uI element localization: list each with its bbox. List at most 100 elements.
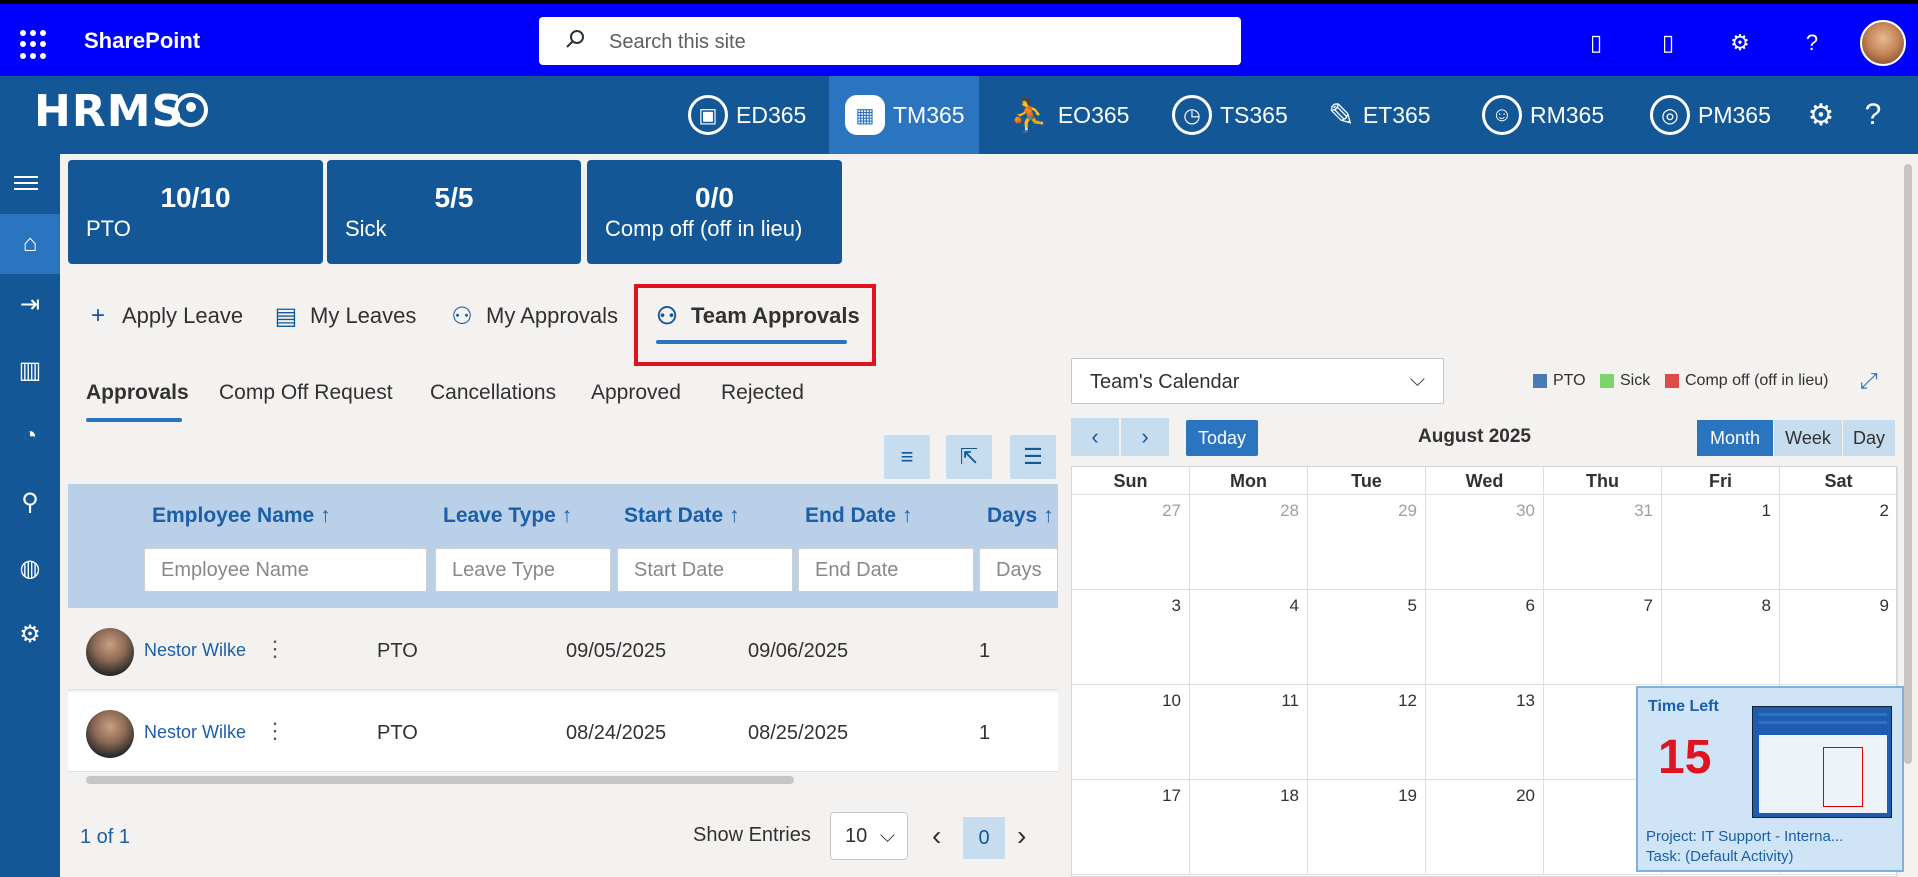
leave-type-filter[interactable]: Leave Type [435,548,611,592]
tab-rejected[interactable]: Rejected [721,381,804,405]
module-help-icon[interactable]: ? [1856,98,1890,132]
home-icon[interactable]: ⌂ [0,214,60,274]
mobile-icon[interactable]: ▯ [1655,30,1681,56]
more-options-icon[interactable]: ⋮ [264,636,286,662]
calendar-day-cell[interactable]: 31 [1544,495,1662,590]
current-page[interactable]: 0 [963,817,1005,859]
calendar-day-cell[interactable]: 19 [1308,780,1426,875]
my-leaves-button[interactable]: ▤ My Leaves [272,296,417,336]
calendar-day-cell[interactable]: 9 [1780,590,1898,685]
col-days[interactable]: Days ↑ [987,504,1054,528]
chevron-down-icon: ⌵ [879,825,895,847]
col-end-date[interactable]: End Date ↑ [805,504,912,528]
search-box[interactable]: Search this site [539,17,1241,65]
calendar-select[interactable]: Team's Calendar ⌵ [1071,358,1444,404]
settings-icon[interactable]: ⚙ [1727,30,1753,56]
entries-select[interactable]: 10 ⌵ [830,812,908,860]
reports-icon[interactable]: ▥ [0,340,60,400]
module-ed365[interactable]: ▣ ED365 [688,76,806,154]
table-row[interactable]: Nestor Wilke ⋮ PTO 09/05/2025 09/06/2025… [68,610,1058,690]
columns-button[interactable]: ☰ [1010,435,1056,479]
table-row[interactable]: Nestor Wilke ⋮ PTO 08/24/2025 08/25/2025… [68,692,1058,772]
day-number: 6 [1525,596,1535,615]
cal-prev-button[interactable]: ‹ [1071,418,1119,456]
view-day-button[interactable]: Day [1843,420,1895,456]
device-icon[interactable]: ▯ [1583,30,1609,56]
module-rm365[interactable]: ☺ RM365 [1482,76,1604,154]
pto-label: PTO [86,216,131,241]
apply-leave-button[interactable]: + Apply Leave [84,296,243,336]
more-options-icon[interactable]: ⋮ [264,718,286,744]
calendar-day-cell[interactable]: 12 [1308,685,1426,780]
calendar-day-cell[interactable]: 18 [1190,780,1308,875]
sick-balance-card[interactable]: 5/5 Sick [327,160,581,264]
col-start-date[interactable]: Start Date ↑ [624,504,740,528]
start-date-filter[interactable]: Start Date [617,548,793,592]
calendar-day-cell[interactable]: 3 [1072,590,1190,685]
calendar-day-cell[interactable]: 28 [1190,495,1308,590]
user-settings-icon[interactable]: ⚲ [0,472,60,532]
horizontal-scrollbar[interactable] [72,776,1054,784]
next-page-icon[interactable]: › [1017,820,1026,852]
tab-cancellations[interactable]: Cancellations [430,381,556,405]
calendar-day-cell[interactable]: 11 [1190,685,1308,780]
menu-icon[interactable] [14,176,38,194]
filter-button[interactable]: ≡ [884,435,930,479]
search-input[interactable]: Search this site [609,31,746,54]
compoff-balance-card[interactable]: 0/0 Comp off (off in lieu) [587,160,842,264]
calendar-day-cell[interactable]: 10 [1072,685,1190,780]
calendar-day-cell[interactable]: 27 [1072,495,1190,590]
export-button[interactable]: ⇱ [946,435,992,479]
tab-approved[interactable]: Approved [591,381,681,405]
end-date-filter[interactable]: End Date [798,548,974,592]
pto-balance-card[interactable]: 10/10 PTO [68,160,323,264]
days-filter[interactable]: Days [979,548,1058,592]
help-icon[interactable]: ? [1799,30,1825,56]
my-approvals-button[interactable]: ⚇ My Approvals [448,296,618,336]
module-ts365[interactable]: ◷ TS365 [1172,76,1288,154]
col-employee-name[interactable]: Employee Name ↑ [152,504,331,528]
module-settings-icon[interactable]: ⚙ [1804,98,1838,133]
module-pm365[interactable]: ◎ PM365 [1650,76,1771,154]
calendar-day-cell[interactable]: 6 [1426,590,1544,685]
employee-name-link[interactable]: Nestor Wilke [144,722,246,743]
prev-page-icon[interactable]: ‹ [932,820,941,852]
theme-icon[interactable]: ◍ [0,538,60,598]
scrollbar-thumb[interactable] [86,776,794,784]
app-title[interactable]: SharePoint [84,28,200,54]
calendar-day-cell[interactable]: 30 [1426,495,1544,590]
calendar-day-cell[interactable]: 2 [1780,495,1898,590]
calendar-day-cell[interactable]: 8 [1662,590,1780,685]
tab-comp-off-request[interactable]: Comp Off Request [219,381,393,405]
calendar-day-cell[interactable]: 5 [1308,590,1426,685]
weekday-header: Sat [1780,467,1898,495]
view-month-button[interactable]: Month [1697,420,1773,456]
view-week-button[interactable]: Week [1774,420,1842,456]
calendar-day-cell[interactable]: 20 [1426,780,1544,875]
time-left-widget[interactable]: Time Left 15 Project: IT Support - Inter… [1636,686,1904,872]
calendar-day-cell[interactable]: 17 [1072,780,1190,875]
tab-approvals[interactable]: Approvals [86,381,189,405]
today-button[interactable]: Today [1186,420,1258,456]
cal-next-button[interactable]: › [1121,418,1169,456]
calendar-day-cell[interactable]: 4 [1190,590,1308,685]
module-tm365[interactable]: ▦ TM365 [829,76,979,154]
col-leave-type[interactable]: Leave Type ↑ [443,504,572,528]
employee-name-link[interactable]: Nestor Wilke [144,640,246,661]
calendar-day-cell[interactable]: 1 [1662,495,1780,590]
rail-settings-icon[interactable]: ⚙ [0,604,60,664]
employee-name-filter[interactable]: Employee Name [144,548,427,592]
vertical-scrollbar[interactable] [1904,164,1912,764]
module-eo365[interactable]: ⛹ EO365 [1010,76,1129,154]
user-avatar[interactable] [1860,20,1906,66]
hrms-logo[interactable]: HRMS [34,86,184,137]
dashboard-icon[interactable]: ◔ [0,406,60,466]
leave-exit-icon[interactable]: ⇥ [0,274,60,334]
app-launcher-icon[interactable] [20,30,50,60]
calendar-day-cell[interactable]: 29 [1308,495,1426,590]
calendar-day-cell[interactable]: 7 [1544,590,1662,685]
calendar-day-cell[interactable]: 13 [1426,685,1544,780]
expand-icon[interactable]: ⤢ [1860,368,1878,394]
show-entries-label: Show Entries [693,824,811,846]
module-et365[interactable]: ✎ ET365 [1328,76,1431,154]
